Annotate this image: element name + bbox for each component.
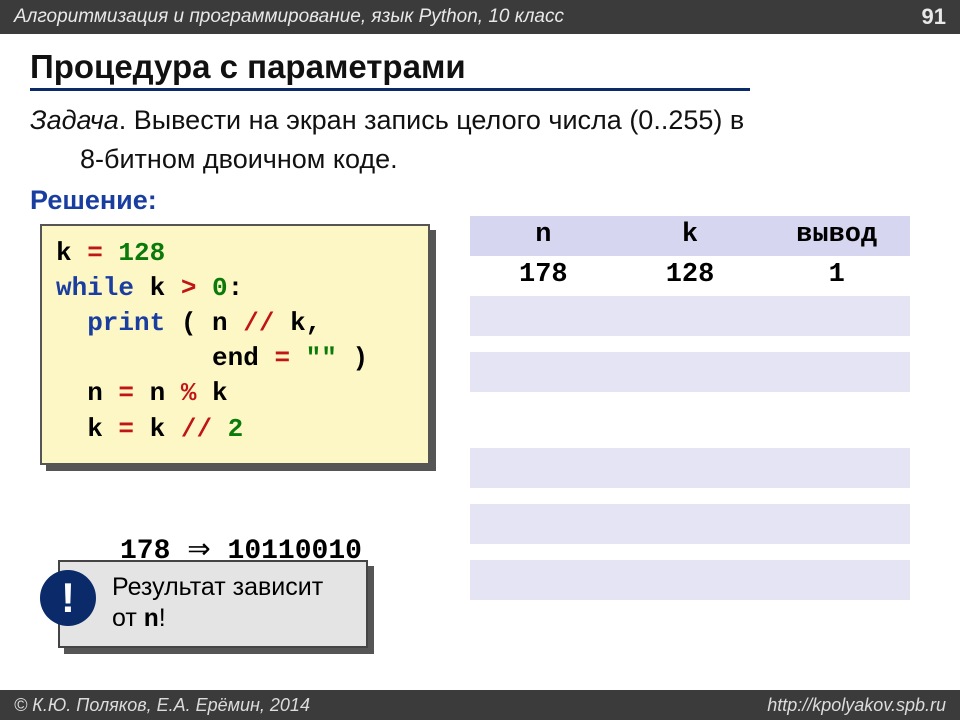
task-line2: 8-битном двоичном коде. xyxy=(80,144,930,175)
slide-title: Процедура с параметрами xyxy=(30,48,930,86)
table-row: 178 128 1 xyxy=(470,256,910,296)
solution-label: Решение: xyxy=(30,185,930,216)
col-n: n xyxy=(470,216,617,256)
note-line1: Результат зависит xyxy=(112,572,354,603)
col-k: k xyxy=(617,216,764,256)
footer-bar: © К.Ю. Поляков, Е.А. Ерёмин, 2014 http:/… xyxy=(0,690,960,720)
table-row xyxy=(470,392,910,432)
code-block: k = 128 while k > 0: print ( n // k, end… xyxy=(40,224,430,465)
header-bar: Алгоритмизация и программирование, язык … xyxy=(0,0,960,34)
note-line2: от n! xyxy=(112,603,354,635)
main-row: k = 128 while k > 0: print ( n // k, end… xyxy=(40,224,960,514)
table-row xyxy=(470,504,910,544)
task-text: Задача. Вывести на экран запись целого ч… xyxy=(30,103,930,138)
table-row xyxy=(470,448,910,488)
table-row xyxy=(470,296,910,336)
course-title: Алгоритмизация и программирование, язык … xyxy=(14,6,564,28)
footer-right: http://kpolyakov.spb.ru xyxy=(767,695,946,716)
task-label: Задача xyxy=(30,105,119,135)
trace-table: n k вывод 178 128 1 xyxy=(470,216,910,600)
exclaim-icon: ! xyxy=(40,570,96,626)
trace-header: n k вывод xyxy=(470,216,910,256)
title-underline xyxy=(30,88,750,91)
note-box: ! Результат зависит от n! xyxy=(58,560,368,648)
table-row xyxy=(470,560,910,600)
col-out: вывод xyxy=(763,216,910,256)
task-line1: . Вывести на экран запись целого числа (… xyxy=(119,105,745,135)
footer-left: © К.Ю. Поляков, Е.А. Ерёмин, 2014 xyxy=(14,695,310,716)
table-row xyxy=(470,352,910,392)
page-number: 91 xyxy=(922,4,946,30)
